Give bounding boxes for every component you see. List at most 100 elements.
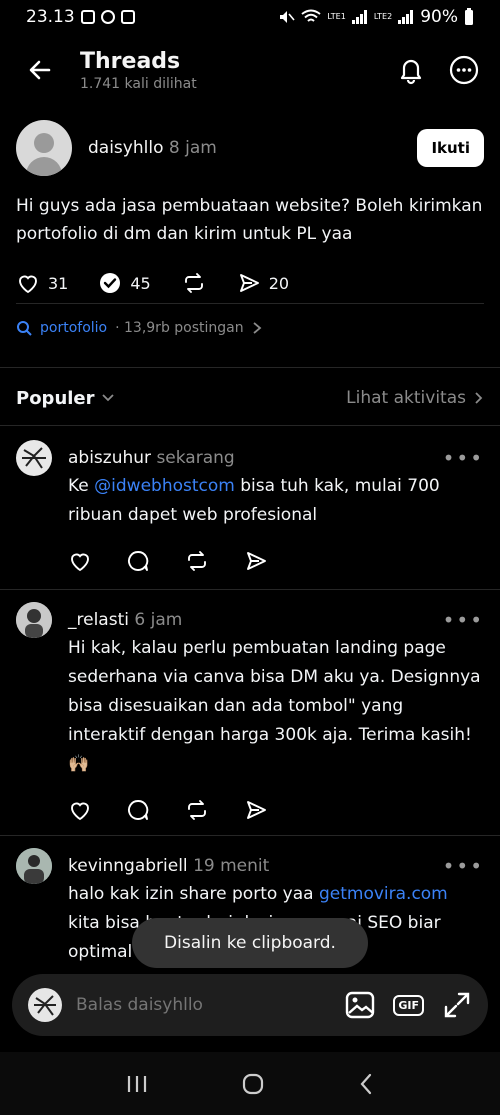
view-activity-label: Lihat aktivitas [346,388,466,408]
like-count: 31 [48,273,69,293]
reply-username[interactable]: abiszuhur [68,448,151,468]
bell-icon[interactable] [396,55,426,85]
gallery-notification-icon [80,10,95,24]
sketch-avatar-icon [22,447,46,469]
repost-icon[interactable] [184,549,210,573]
divider [0,589,500,590]
status-time: 23.13 [26,7,75,27]
reply-input[interactable] [76,995,346,1015]
system-nav-bar [0,1052,500,1115]
recent-apps-icon[interactable] [126,1074,148,1094]
back-button[interactable] [20,50,60,90]
follow-button[interactable]: Ikuti [417,129,484,167]
chevron-right-icon [253,322,262,334]
expand-icon[interactable] [442,990,472,1020]
more-options-icon[interactable] [448,54,480,86]
sort-label: Populer [16,387,95,409]
mention-link[interactable]: @idwebhostcom [94,476,235,496]
divider [16,303,484,304]
photo-avatar-icon [16,848,52,884]
repost-button[interactable] [181,271,207,295]
avatar[interactable] [16,440,52,476]
sort-bar: Populer Lihat aktivitas [16,372,484,424]
reply-actions [68,546,484,576]
view-count: 1.741 kali dilihat [80,75,197,92]
page-title: Threads [80,48,181,74]
divider [0,425,500,426]
post-username[interactable]: daisyhllo [88,138,163,158]
reply-text: Ke @idwebhostcom bisa tuh kak, mulai 700… [68,472,484,530]
reply-username[interactable]: _relasti [68,610,129,630]
main-post: daisyhllo 8 jam Ikuti Hi guys ada jasa p… [0,118,500,298]
link-text[interactable]: getmovira.com [319,884,448,904]
reply-text-pre: halo kak izin share porto yaa [68,884,319,904]
chevron-right-icon [475,392,483,404]
heart-icon[interactable] [68,798,92,822]
send-icon[interactable] [244,549,268,573]
shopping-notification-icon [120,10,135,24]
topic-count: · 13,9rb postingan [115,320,244,336]
reply-time: 19 menit [193,856,270,876]
comment-check-icon [100,273,121,293]
media-notification-icon [100,10,115,24]
reply-text-pre: Ke [68,476,95,496]
comment-count: 45 [130,273,151,293]
arrow-left-icon [29,60,51,80]
signal-icon-2 [398,10,414,24]
send-icon[interactable] [244,798,268,822]
reply-item: _relasti 6 jam ••• Hi kak, kalau perlu p… [16,602,484,825]
heart-icon[interactable] [68,549,92,573]
post-time: 8 jam [168,138,217,158]
comment-icon[interactable] [126,798,150,822]
reply-item: abiszuhur sekarang ••• Ke @idwebhostcom … [16,440,484,576]
search-icon [17,321,32,336]
sketch-avatar-icon [34,995,56,1016]
comment-button[interactable]: 45 [98,271,151,295]
share-button[interactable]: 20 [237,271,289,295]
mute-icon [280,11,296,23]
topic-tag[interactable]: portofolio [40,320,107,336]
thread-header: Threads 1.741 kali dilihat [0,34,500,106]
battery-icon [465,8,473,25]
photo-avatar-icon [16,602,52,638]
avatar[interactable] [16,848,52,884]
status-bar: 23.13 LTE1 LTE2 90% [0,0,500,34]
heart-icon [19,275,37,294]
chevron-down-icon [101,394,114,402]
avatar [28,988,62,1022]
reply-composer: GIF [12,974,488,1036]
image-icon[interactable] [345,991,375,1019]
wifi-icon [301,9,322,22]
comment-icon[interactable] [126,549,150,573]
repost-icon[interactable] [184,798,210,822]
reply-time: sekarang [156,448,235,468]
home-icon[interactable] [241,1072,265,1096]
section-divider [0,367,500,368]
reply-time: 6 jam [134,610,183,630]
share-count: 20 [268,273,290,293]
reply-text: Hi kak, kalau perlu pembuatan landing pa… [68,638,481,774]
more-icon[interactable]: ••• [443,608,484,632]
post-text: Hi guys ada jasa pembuataan website? Bol… [16,196,483,244]
send-icon [239,274,259,292]
gif-button[interactable]: GIF [393,994,424,1016]
divider [0,835,500,836]
sort-dropdown[interactable]: Populer [16,388,115,409]
reply-username[interactable]: kevinngabriell [68,856,188,876]
topic-row[interactable]: portofolio · 13,9rb postingan [16,320,262,336]
avatar[interactable] [16,602,52,638]
more-icon[interactable]: ••• [443,854,484,878]
like-button[interactable]: 31 [16,271,68,295]
more-icon[interactable]: ••• [443,446,484,470]
avatar[interactable] [16,120,72,176]
reply-actions [68,795,484,825]
repost-icon [184,273,203,293]
post-actions: 31 45 20 [16,268,484,298]
signal-icon-1 [351,10,367,24]
clipboard-toast: Disalin ke clipboard. [132,918,368,968]
back-nav-icon[interactable] [358,1072,374,1096]
view-activity-link[interactable]: Lihat aktivitas [346,388,484,408]
lte2-label: LTE2 [373,12,393,21]
lte1-label: LTE1 [327,12,346,21]
battery-percent: 90% [420,7,458,27]
